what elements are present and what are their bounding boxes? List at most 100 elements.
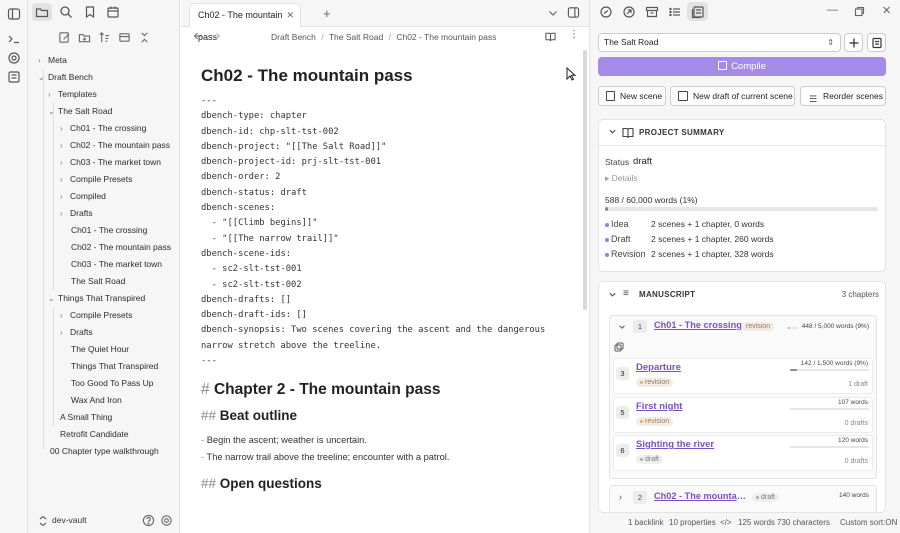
help-icon[interactable] bbox=[142, 514, 155, 527]
tree-item-compile-presets[interactable]: › Compile Presets bbox=[60, 171, 132, 188]
tree-item-ch02-note[interactable]: Ch02 - The mountain pass bbox=[71, 239, 171, 256]
folder-icon[interactable] bbox=[35, 5, 49, 19]
sort-status[interactable]: Custom sort:ON bbox=[840, 518, 897, 527]
scene-link[interactable]: Departure bbox=[636, 362, 681, 373]
new-tab-icon[interactable]: + bbox=[323, 6, 331, 21]
heading-beat-outline[interactable]: ## Beat outline bbox=[201, 408, 569, 423]
vault-switcher[interactable]: dev-vault bbox=[28, 510, 180, 533]
book-icon bbox=[622, 127, 634, 138]
archive-icon[interactable] bbox=[645, 5, 659, 19]
reading-view-icon[interactable] bbox=[545, 31, 556, 42]
tree-item-the-quiet-hour[interactable]: The Quiet Hour bbox=[71, 341, 129, 358]
tree-item-ch02-folder[interactable]: › Ch02 - The mountain pass bbox=[60, 137, 170, 154]
heading-open-questions[interactable]: ## Open questions bbox=[201, 476, 569, 491]
heading-chapter[interactable]: # Chapter 2 - The mountain pass bbox=[201, 381, 569, 399]
chevron-updown-icon bbox=[38, 515, 48, 527]
terminal-icon[interactable] bbox=[7, 32, 21, 46]
manuscript-header[interactable]: ≡ MANUSCRIPT 3 chapters bbox=[599, 282, 885, 307]
scene-progress-bar bbox=[790, 369, 869, 371]
maximize-icon[interactable] bbox=[854, 6, 865, 17]
new-note-icon[interactable] bbox=[58, 31, 71, 44]
chevron-down-icon[interactable] bbox=[547, 7, 559, 19]
manuscript-icon[interactable] bbox=[691, 5, 705, 19]
details-toggle[interactable]: ▸ Details bbox=[605, 173, 638, 184]
scene-link[interactable]: Sighting the river bbox=[636, 439, 714, 450]
collapse-chevron-icon bbox=[608, 127, 617, 136]
breadcrumb-item[interactable]: The Salt Road bbox=[329, 32, 383, 42]
link-icon[interactable] bbox=[599, 5, 613, 19]
sidebar-toggle-icon[interactable] bbox=[7, 7, 21, 21]
reorder-scenes-button[interactable]: ☰ Reorder scenes bbox=[800, 86, 886, 106]
tree-item-things-that-transpired-folder[interactable]: ⌄ Things That Transpired bbox=[48, 290, 145, 307]
scene-progress-bar bbox=[790, 446, 869, 448]
close-tab-icon[interactable]: ✕ bbox=[286, 4, 294, 26]
tree-item-draft-bench[interactable]: ⌄ Draft Bench bbox=[38, 69, 93, 86]
tree-item-a-small-thing[interactable]: A Small Thing bbox=[60, 409, 112, 426]
compile-button[interactable]: Compile bbox=[598, 57, 886, 76]
close-window-icon[interactable]: ✕ bbox=[882, 4, 891, 17]
auto-reveal-icon[interactable] bbox=[118, 31, 131, 44]
right-sidebar-toggle-icon[interactable] bbox=[567, 6, 580, 19]
new-draft-button[interactable]: New draft of current scene bbox=[670, 86, 795, 106]
open-project-button[interactable] bbox=[867, 33, 886, 52]
back-arrow-icon[interactable] bbox=[193, 31, 203, 41]
calendar-icon[interactable] bbox=[106, 5, 120, 19]
scrollbar[interactable] bbox=[583, 50, 587, 310]
code-icon[interactable]: </> bbox=[720, 518, 732, 527]
list-item[interactable]: - The narrow trail above the treeline; e… bbox=[201, 449, 569, 466]
project-summary-header[interactable]: PROJECT SUMMARY bbox=[599, 120, 885, 146]
tree-item-the-salt-road-note[interactable]: The Salt Road bbox=[71, 273, 125, 290]
tree-item-ch03-note[interactable]: Ch03 - The market town bbox=[71, 256, 162, 273]
tree-item-too-good-to-pass-up[interactable]: Too Good To Pass Up bbox=[71, 375, 154, 392]
tree-item-wax-and-iron[interactable]: Wax And Iron bbox=[71, 392, 122, 409]
vault-settings-icon[interactable] bbox=[160, 514, 173, 527]
tree-item-ch03-folder[interactable]: › Ch03 - The market town bbox=[60, 154, 161, 171]
tree-item-drafts-2[interactable]: › Drafts bbox=[60, 324, 93, 341]
more-options-icon[interactable]: ⋮ bbox=[569, 30, 579, 40]
note-title[interactable]: Ch02 - The mountain pass bbox=[201, 66, 569, 86]
draft-bench-icon[interactable] bbox=[7, 70, 21, 84]
status-value[interactable]: draft bbox=[633, 156, 652, 167]
chevron-right-icon[interactable]: › bbox=[619, 492, 622, 502]
scene-row: 3 Departure revision 142 / 1,500 words (… bbox=[613, 358, 873, 394]
bookmark-icon[interactable] bbox=[83, 5, 97, 19]
add-project-button[interactable] bbox=[844, 33, 863, 52]
tree-item-things-that-transpired-note[interactable]: Things That Transpired bbox=[71, 358, 158, 375]
breadcrumb-item[interactable]: Draft Bench bbox=[271, 32, 316, 42]
breadcrumb-item[interactable]: Ch02 - The mountain pass bbox=[396, 32, 496, 42]
tree-item-templates[interactable]: › Templates bbox=[48, 86, 97, 103]
tree-item-the-salt-road-folder[interactable]: ⌄ The Salt Road bbox=[48, 103, 112, 120]
tree-item-compiled[interactable]: › Compiled bbox=[60, 188, 106, 205]
minimize-icon[interactable]: — bbox=[827, 4, 838, 16]
copy-icon[interactable] bbox=[614, 342, 624, 352]
tree-item-chapter-walkthrough[interactable]: 00 Chapter type walkthrough bbox=[50, 443, 159, 460]
list-item[interactable]: - Begin the ascent; weather is uncertain… bbox=[201, 432, 569, 449]
backlinks-count[interactable]: 1 backlink bbox=[628, 518, 664, 527]
frontmatter[interactable]: --- dbench-type: chapter dbench-id: chp-… bbox=[201, 94, 569, 369]
chevron-down-icon[interactable] bbox=[618, 323, 626, 331]
tree-item-ch01-note[interactable]: Ch01 - The crossing bbox=[71, 222, 147, 239]
tree-item-meta[interactable]: › Meta bbox=[38, 52, 67, 69]
forward-arrow-icon[interactable] bbox=[211, 31, 221, 41]
scene-link[interactable]: First night bbox=[636, 401, 682, 412]
project-summary-card: PROJECT SUMMARY Status draft ▸ Details 5… bbox=[598, 119, 886, 272]
tree-item-compile-presets-2[interactable]: › Compile Presets bbox=[60, 307, 132, 324]
sort-icon[interactable] bbox=[98, 31, 111, 44]
collapse-all-icon[interactable] bbox=[138, 31, 151, 44]
settings-icon[interactable] bbox=[7, 51, 21, 65]
new-folder-icon[interactable] bbox=[78, 31, 91, 44]
chapter-link[interactable]: Ch01 - The crossing bbox=[654, 320, 742, 330]
search-icon[interactable] bbox=[59, 5, 73, 19]
project-select[interactable]: The Salt Road ⇕ bbox=[598, 33, 841, 52]
chapter-link[interactable]: Ch02 - The mountain pass bbox=[654, 491, 748, 501]
tree-item-drafts[interactable]: › Drafts bbox=[60, 205, 93, 222]
scene-drafts: 0 drafts bbox=[844, 420, 868, 427]
list-icon[interactable] bbox=[668, 5, 682, 19]
outgoing-links-icon[interactable] bbox=[622, 5, 636, 19]
tree-item-retrofit-candidate[interactable]: Retrofit Candidate bbox=[60, 426, 129, 443]
properties-count[interactable]: 10 properties bbox=[669, 518, 716, 527]
new-scene-button[interactable]: New scene bbox=[598, 86, 666, 106]
tab-ch02[interactable]: Ch02 - The mountain pass ✕ bbox=[189, 3, 301, 42]
editor-pane: Ch02 - The mountain pass ✕ + Draft Bench… bbox=[181, 0, 589, 533]
tree-item-ch01-folder[interactable]: › Ch01 - The crossing bbox=[60, 120, 146, 137]
